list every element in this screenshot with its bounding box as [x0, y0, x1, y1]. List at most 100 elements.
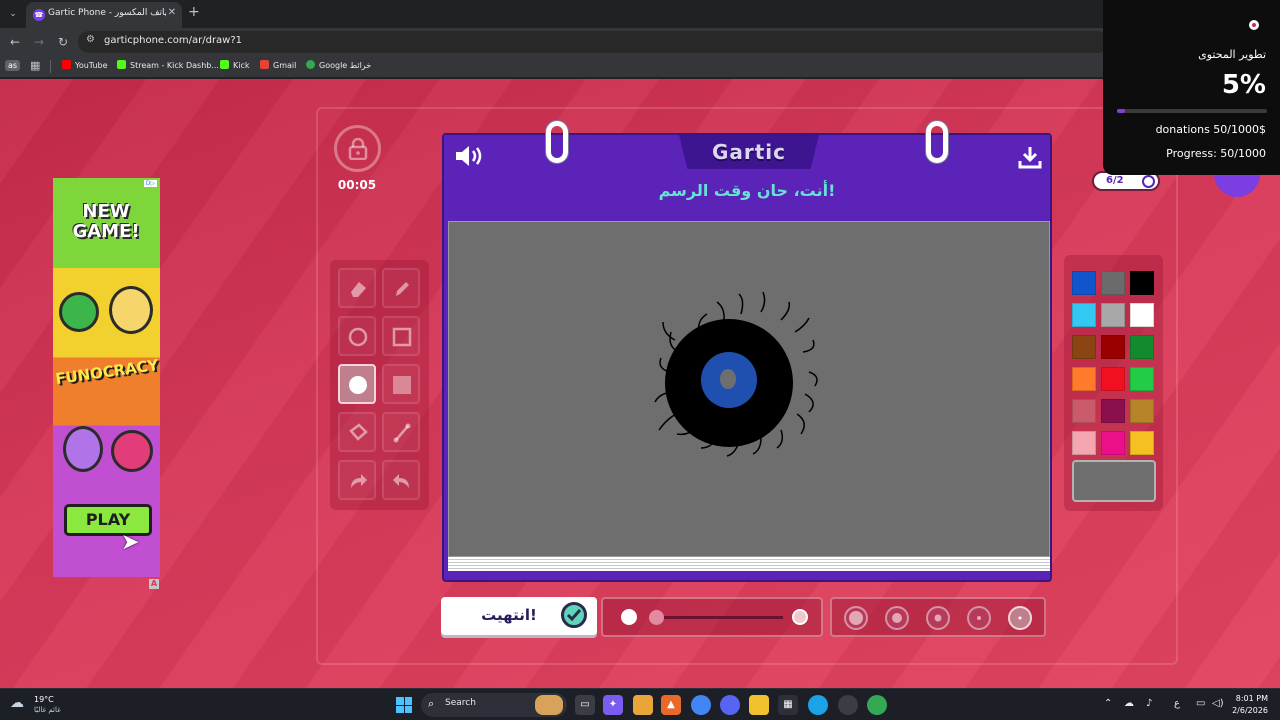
line-tool[interactable] — [382, 412, 420, 452]
color-swatch[interactable] — [1130, 303, 1154, 327]
gmail-icon — [260, 60, 269, 69]
color-swatch[interactable] — [1072, 335, 1096, 359]
laughing-character-icon — [111, 430, 153, 472]
brush-size-xs[interactable] — [1008, 606, 1032, 630]
copilot-icon[interactable]: ✦ — [603, 695, 623, 715]
pencil-tool[interactable] — [382, 268, 420, 308]
goal-progress-fill — [1117, 109, 1125, 113]
weather-description: غائم غالبًا — [34, 706, 61, 714]
bookmark-youtube[interactable]: YouTube — [62, 60, 108, 70]
undo-tool[interactable] — [338, 460, 376, 500]
brush-size-xl[interactable] — [844, 606, 868, 630]
back-arrow-icon[interactable]: ← — [6, 33, 24, 51]
color-swatch[interactable] — [1072, 399, 1096, 423]
color-swatch[interactable] — [1101, 271, 1125, 295]
tab-search-icon[interactable]: ⌄ — [4, 5, 22, 23]
microsoft-store-icon[interactable]: ▦ — [778, 695, 798, 715]
tray-chevron-icon[interactable]: ⌃ — [1104, 698, 1112, 709]
color-swatch[interactable] — [1072, 431, 1096, 455]
binder-ring-right — [926, 121, 948, 163]
clock-time: 8:01 PM — [1235, 694, 1268, 703]
size-dot — [892, 613, 902, 623]
color-swatch[interactable] — [1072, 303, 1096, 327]
color-swatch[interactable] — [1101, 303, 1125, 327]
brush-size-lg[interactable] — [885, 606, 909, 630]
brush-size-sm[interactable] — [967, 606, 991, 630]
opacity-slider-thumb[interactable] — [649, 610, 664, 625]
color-swatch[interactable] — [1130, 271, 1154, 295]
color-swatch[interactable] — [1101, 367, 1125, 391]
brave-icon[interactable]: ▲ — [661, 695, 681, 715]
site-info-icon[interactable]: ⚙ — [86, 34, 95, 45]
binder-ring-left — [546, 121, 568, 163]
discord-icon[interactable] — [720, 695, 740, 715]
brush-size-md[interactable] — [926, 606, 950, 630]
url-text[interactable]: garticphone.com/ar/draw?1 — [104, 35, 242, 46]
opacity-preview-dot — [621, 609, 637, 625]
edge-icon[interactable] — [808, 695, 828, 715]
drawing-canvas[interactable] — [448, 221, 1050, 557]
microphone-icon[interactable]: ♪ — [1146, 698, 1152, 709]
color-swatch[interactable] — [1101, 399, 1125, 423]
ad-choices-badge[interactable]: D▷ — [143, 180, 157, 187]
card-header: Gartic أنت، حان وقت الرسم! — [444, 135, 1050, 219]
filled-rectangle-tool[interactable] — [382, 364, 420, 404]
size-dot — [1018, 616, 1022, 620]
opacity-slider-track[interactable] — [651, 616, 783, 619]
ellipse-tool[interactable] — [338, 316, 376, 356]
timer-text: 00:05 — [337, 178, 377, 192]
goal-progress-bar — [1117, 109, 1267, 113]
chrome-icon-2[interactable] — [867, 695, 887, 715]
rectangle-tool[interactable] — [382, 316, 420, 356]
color-swatch[interactable] — [1130, 335, 1154, 359]
eraser-tool[interactable] — [338, 268, 376, 308]
filled-ellipse-tool[interactable] — [338, 364, 376, 404]
reload-icon[interactable]: ↻ — [54, 33, 72, 51]
network-icon[interactable]: ▭ — [1196, 698, 1205, 709]
app-icon[interactable] — [633, 695, 653, 715]
search-icon: ⌕ — [428, 697, 435, 710]
cloud-icon[interactable]: ☁ — [1124, 698, 1134, 709]
tab-gartic[interactable]: ☎ Gartic Phone - الهاتف المكسور ✕ — [26, 2, 182, 28]
volume-icon[interactable]: ◁) — [1212, 698, 1224, 709]
donation-goal-widget: تطوير المحتوى 5% donations 50/1000$ Prog… — [1103, 0, 1280, 175]
file-explorer-icon[interactable] — [749, 695, 769, 715]
profile-badge[interactable]: as — [5, 60, 21, 71]
chrome-icon[interactable] — [691, 695, 711, 715]
taskbar-clock[interactable]: 8:01 PM 2/6/2026 — [1232, 693, 1268, 717]
forward-arrow-icon[interactable]: → — [30, 33, 48, 51]
bookmark-gmail[interactable]: Gmail — [260, 60, 296, 70]
color-swatch[interactable] — [1130, 399, 1154, 423]
speaker-icon[interactable] — [454, 144, 486, 172]
apps-grid-icon[interactable]: ▦ — [30, 59, 40, 72]
color-swatch[interactable] — [1101, 431, 1125, 455]
bookmark-kick[interactable]: Kick — [220, 60, 250, 70]
advertisement[interactable]: D▷ NEW GAME! FUNOCRACY PLAY ➤ — [53, 178, 160, 577]
drawing-svg — [654, 291, 818, 457]
color-swatch[interactable] — [1101, 335, 1125, 359]
maps-pin-icon — [306, 60, 315, 69]
color-swatch[interactable] — [1072, 271, 1096, 295]
tab-close-icon[interactable]: ✕ — [168, 7, 176, 18]
redo-tool[interactable] — [382, 460, 420, 500]
color-swatch[interactable] — [1072, 367, 1096, 391]
fill-bucket-tool[interactable] — [338, 412, 376, 452]
new-tab-button[interactable]: + — [188, 4, 200, 20]
download-icon[interactable] — [1018, 145, 1042, 173]
paper-stack — [448, 557, 1050, 571]
color-swatch[interactable] — [1130, 367, 1154, 391]
bookmark-kick-dashboard[interactable]: Stream - Kick Dashb... — [117, 60, 219, 70]
task-view-icon[interactable]: ▭ — [575, 695, 595, 715]
opacity-slider-panel — [601, 597, 823, 637]
color-swatch[interactable] — [1130, 431, 1154, 455]
progress-text: Progress: 50/1000 — [1166, 147, 1266, 160]
bookmark-separator — [50, 60, 51, 73]
app-icon-2[interactable] — [838, 695, 858, 715]
done-button[interactable]: انتهيت! — [441, 597, 597, 635]
input-language[interactable]: ع — [1174, 698, 1180, 709]
ad-corner-badge[interactable]: A — [149, 579, 159, 589]
widget-image-icon[interactable] — [535, 695, 563, 715]
address-bar[interactable]: ⚙ garticphone.com/ar/draw?1 — [78, 31, 1108, 53]
windows-start-icon[interactable] — [396, 697, 412, 713]
bookmark-google-maps[interactable]: Google خرائط — [306, 60, 371, 70]
